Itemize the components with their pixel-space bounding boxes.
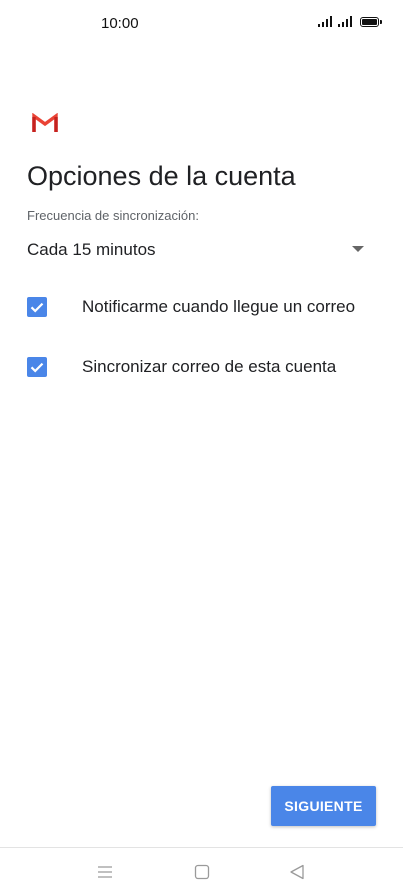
gmail-logo-icon [32,113,58,132]
sync-frequency-dropdown[interactable]: Cada 15 minutos [27,236,370,266]
home-icon[interactable] [192,862,212,882]
status-bar: 10:00 [0,0,403,48]
navigation-bar [0,848,403,896]
dropdown-arrow-icon [352,246,364,252]
battery-icon [360,17,382,27]
status-time: 10:00 [101,15,139,32]
next-button[interactable]: SIGUIENTE [271,786,376,826]
sync-option[interactable]: Sincronizar correo de esta cuenta [27,353,387,383]
notify-option[interactable]: Notificarme cuando llegue un correo [27,293,387,323]
sync-frequency-value: Cada 15 minutos [27,240,156,259]
checkmark-icon [30,362,44,373]
sync-frequency-label: Frecuencia de sincronización: [27,208,199,223]
menu-icon[interactable] [95,862,115,882]
page-title: Opciones de la cuenta [27,161,296,191]
back-icon[interactable] [287,862,307,882]
sync-checkbox[interactable] [27,357,47,377]
notify-option-label: Notificarme cuando llegue un correo [82,297,356,316]
signal-2-icon [338,16,352,27]
signal-1-icon [318,16,332,27]
status-icons [318,16,382,27]
notify-checkbox[interactable] [27,297,47,317]
sync-option-label: Sincronizar correo de esta cuenta [82,357,337,376]
checkmark-icon [30,302,44,313]
